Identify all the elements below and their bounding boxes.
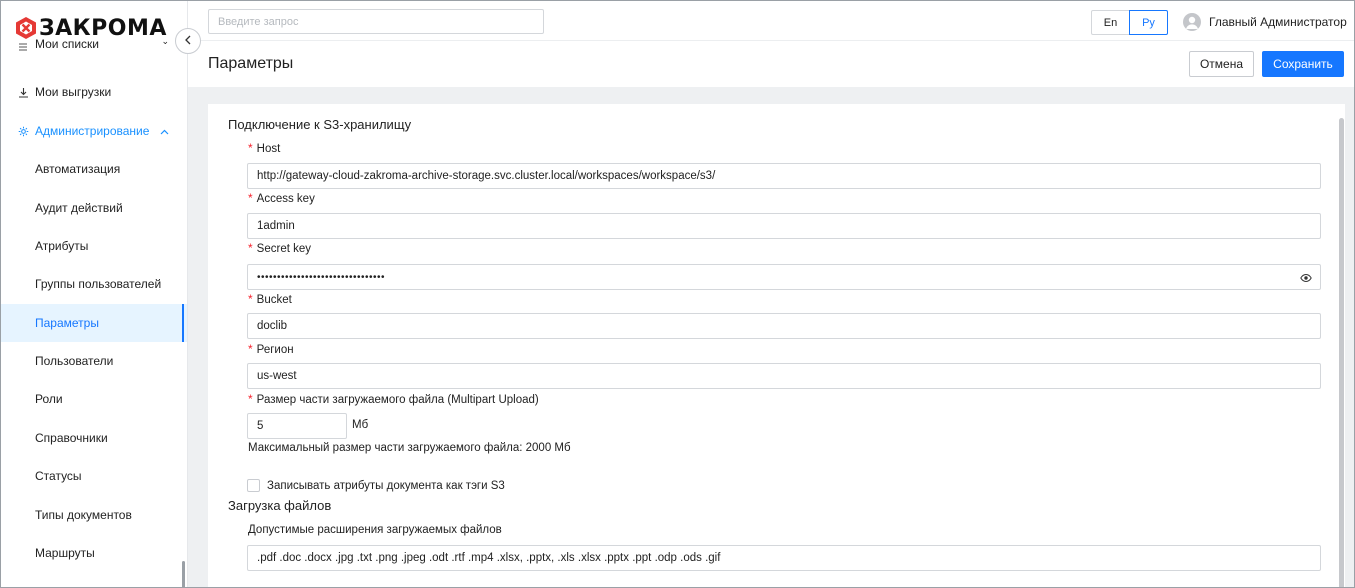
host-label-text: Host [256,143,281,155]
sidebar-item-label: Атрибуты [35,239,89,253]
sidebar-item-automation[interactable]: Автоматизация [1,150,187,188]
bucket-label: * Bucket [248,292,292,306]
user-menu[interactable]: Главный Администратор [1183,12,1347,32]
s3-tags-checkbox[interactable] [247,479,260,492]
secret-key-label-text: Secret key [256,243,311,255]
chevron-down-icon: ⌄ [161,36,169,46]
bucket-field[interactable]: doclib [247,313,1321,339]
sidebar-item-label: Мои списки [35,37,99,51]
upload-section-title: Загрузка файлов [228,498,332,513]
secret-key-value: •••••••••••••••••••••••••••••••• [257,271,386,283]
sidebar-item-label: Группы пользователей [35,277,162,291]
part-size-label: * Размер части загружаемого файла (Multip… [248,392,539,406]
list-icon [17,40,29,52]
user-name: Главный Администратор [1209,15,1347,29]
required-mark: * [248,342,253,356]
sidebar-item-label: Типы документов [35,508,132,522]
sidebar-item-document-types[interactable]: Типы документов [1,496,187,534]
search-input[interactable] [208,9,544,34]
sidebar-item-label: Справочники [35,431,108,445]
region-label-text: Регион [256,344,294,356]
bucket-value: doclib [257,320,288,332]
part-size-field[interactable]: 5 [247,413,347,439]
sidebar-item-parameters[interactable]: Параметры [1,304,187,342]
cancel-button[interactable]: Отмена [1189,51,1254,77]
sidebar-item-routes[interactable]: Маршруты [1,534,187,572]
sidebar-item-administration[interactable]: Администрирование [1,112,187,150]
region-label: * Регион [248,342,294,356]
secret-key-label: * Secret key [248,241,311,255]
sidebar-item-statuses[interactable]: Статусы [1,457,187,495]
sidebar-item-my-exports[interactable]: Мои выгрузки [1,73,187,111]
sidebar-item-label: Маршруты [35,546,95,560]
s3-section-title: Подключение к S3-хранилищу [228,117,412,132]
sidebar-item-label: Администрирование [35,124,150,138]
access-key-label: * Access key [248,191,315,205]
sidebar-item-dictionaries[interactable]: Справочники [1,419,187,457]
gear-icon [17,125,29,137]
access-key-label-text: Access key [256,193,315,205]
required-mark: * [248,241,253,255]
region-value: us-west [257,370,297,382]
sidebar-item-label: Пользователи [35,354,114,368]
sidebar-item-label: Автоматизация [35,162,121,176]
extensions-label: Допустимые расширения загружаемых файлов [248,524,502,536]
sidebar-item-label: Мои выгрузки [35,85,112,99]
sidebar-item-attributes[interactable]: Атрибуты [1,227,187,265]
language-en-button[interactable]: En [1091,10,1130,35]
extensions-field[interactable]: .pdf .doc .docx .jpg .txt .png .jpeg .od… [247,545,1321,571]
part-size-unit: Мб [352,419,369,431]
sidebar-item-users[interactable]: Пользователи [1,342,187,380]
host-label: * Host [248,141,280,155]
required-mark: * [248,191,253,205]
sidebar: ЗАКРОМА Мои списки ⌄ Мои выгрузки Админи… [1,1,188,587]
save-button[interactable]: Сохранить [1262,51,1344,77]
eye-icon[interactable] [1300,272,1312,284]
chevron-left-icon [184,34,192,48]
download-icon [17,86,29,98]
sidebar-item-roles[interactable]: Роли [1,380,187,418]
secret-key-field[interactable]: •••••••••••••••••••••••••••••••• [247,264,1321,290]
chevron-up-icon [160,124,169,138]
sidebar-scrollbar[interactable] [182,561,185,587]
host-field[interactable]: http://gateway-cloud-zakroma-archive-sto… [247,163,1321,189]
app-window: ЗАКРОМА Мои списки ⌄ Мои выгрузки Админи… [0,0,1355,588]
required-mark: * [248,141,253,155]
part-size-hint: Максимальный размер части загружаемого ф… [248,442,571,454]
extensions-value: .pdf .doc .docx .jpg .txt .png .jpeg .od… [257,552,721,564]
page-header: Параметры Отмена Сохранить [188,41,1354,87]
sidebar-item-user-groups[interactable]: Группы пользователей [1,265,187,303]
language-ru-button[interactable]: Ру [1129,10,1168,35]
part-size-value: 5 [257,420,264,432]
access-key-field[interactable]: 1admin [247,213,1321,239]
sidebar-item-label: Роли [35,392,63,406]
required-mark: * [248,292,253,306]
host-value: http://gateway-cloud-zakroma-archive-sto… [257,170,716,182]
required-mark: * [248,392,253,406]
sidebar-item-audit[interactable]: Аудит действий [1,189,187,227]
part-size-label-text: Размер части загружаемого файла (Multipa… [256,394,539,406]
content-scrollbar[interactable] [1339,118,1344,587]
top-bar: En Ру Главный Администратор [188,1,1354,41]
s3-tags-checkbox-label[interactable]: Записывать атрибуты документа как тэги S… [267,480,505,492]
sidebar-item-label: Аудит действий [35,201,123,215]
user-avatar-icon [1183,13,1201,31]
sidebar-collapse-button[interactable] [175,28,201,54]
access-key-value: 1admin [257,220,295,232]
sidebar-item-label: Параметры [35,316,99,330]
sidebar-item-label: Статусы [35,469,82,483]
bucket-label-text: Bucket [256,294,292,306]
sidebar-item-my-lists[interactable]: Мои списки ⌄ [1,35,187,59]
page-title: Параметры [208,55,294,72]
region-field[interactable]: us-west [247,363,1321,389]
